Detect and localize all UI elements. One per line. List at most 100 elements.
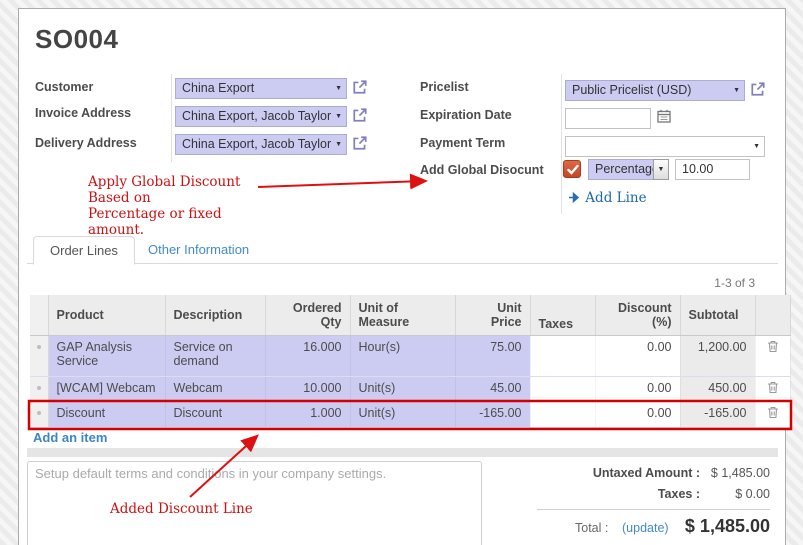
customer-select[interactable]: China Export ▼ bbox=[175, 78, 347, 99]
open-record-icon[interactable] bbox=[750, 81, 766, 97]
customer-label: Customer bbox=[35, 80, 93, 94]
tab-other-information[interactable]: Other Information bbox=[132, 236, 265, 264]
row-handle[interactable] bbox=[30, 401, 48, 427]
cell-uom[interactable]: Hour(s) bbox=[350, 335, 455, 376]
discount-type-select[interactable]: Percentage bbox=[588, 159, 654, 180]
chevron-down-icon: ▼ bbox=[753, 143, 760, 151]
cell-description[interactable]: Discount bbox=[165, 401, 265, 427]
row-handle-header bbox=[30, 295, 48, 335]
checkbox-check-icon bbox=[564, 165, 581, 182]
page-title: SO004 bbox=[35, 24, 118, 55]
row-handle[interactable] bbox=[30, 376, 48, 401]
cell-subtotal[interactable]: 1,200.00 bbox=[680, 335, 755, 376]
add-line-label: Add Line bbox=[585, 190, 646, 206]
discount-amount-input[interactable]: 10.00 bbox=[675, 159, 750, 180]
cell-product[interactable]: Discount bbox=[48, 401, 165, 427]
table-row[interactable]: [WCAM] Webcam Webcam 10.000 Unit(s) 45.0… bbox=[30, 376, 790, 401]
annotation-line2: Percentage or fixed amount. bbox=[88, 206, 278, 238]
taxes-value: $ 0.00 bbox=[650, 487, 770, 501]
delete-row-icon[interactable] bbox=[767, 381, 779, 397]
cell-discount[interactable]: 0.00 bbox=[595, 376, 680, 401]
cell-description[interactable]: Service on demand bbox=[165, 335, 265, 376]
cell-taxes[interactable] bbox=[530, 335, 595, 376]
annotation-global-discount: Apply Global Discount Based on Percentag… bbox=[88, 174, 278, 238]
col-unit-of-measure: Unit of Measure bbox=[350, 295, 455, 335]
discount-amount-value: 10.00 bbox=[682, 162, 713, 176]
col-product: Product bbox=[48, 295, 165, 335]
expiration-date-input[interactable] bbox=[565, 108, 651, 129]
untaxed-amount-value: $ 1,485.00 bbox=[650, 466, 770, 480]
total-label: Total : bbox=[575, 521, 608, 535]
col-subtotal: Subtotal bbox=[680, 295, 755, 335]
form-left-separator bbox=[171, 74, 172, 162]
totals-divider bbox=[537, 509, 770, 510]
delete-row-icon[interactable] bbox=[767, 406, 779, 422]
cell-taxes[interactable] bbox=[530, 401, 595, 427]
notebook-tabs: Order Lines Other Information bbox=[27, 236, 778, 264]
col-taxes: Taxes bbox=[530, 295, 595, 335]
table-header-row: Product Description Ordered Qty Unit of … bbox=[30, 295, 790, 335]
drag-handle-icon bbox=[37, 386, 41, 390]
add-an-item-link[interactable]: Add an item bbox=[33, 430, 107, 445]
total-value: $ 1,485.00 bbox=[650, 516, 770, 537]
cell-uom[interactable]: Unit(s) bbox=[350, 401, 455, 427]
cell-description[interactable]: Webcam bbox=[165, 376, 265, 401]
invoice-address-select[interactable]: China Export, Jacob Taylor ▼ bbox=[175, 106, 347, 127]
cell-unit-price[interactable]: 45.00 bbox=[455, 376, 530, 401]
cell-discount[interactable]: 0.00 bbox=[595, 401, 680, 427]
payment-term-label: Payment Term bbox=[420, 136, 505, 150]
cell-unit-price[interactable]: 75.00 bbox=[455, 335, 530, 376]
add-line-link[interactable]: Add Line bbox=[568, 190, 647, 208]
table-row-discount[interactable]: Discount Discount 1.000 Unit(s) -165.00 … bbox=[30, 401, 790, 427]
table-footer-strip bbox=[27, 448, 778, 457]
discount-type-caret-button[interactable]: ▼ bbox=[653, 159, 669, 180]
tab-order-lines-label: Order Lines bbox=[50, 243, 118, 258]
cell-discount[interactable]: 0.00 bbox=[595, 335, 680, 376]
delivery-address-select[interactable]: China Export, Jacob Taylor ▼ bbox=[175, 134, 347, 155]
delivery-address-value: China Export, Jacob Taylor bbox=[182, 137, 331, 151]
global-discount-checkbox[interactable] bbox=[563, 160, 581, 178]
col-discount: Discount (%) bbox=[595, 295, 680, 335]
open-record-icon[interactable] bbox=[352, 79, 368, 95]
annotation-discount-line: Added Discount Line bbox=[110, 501, 253, 517]
cell-subtotal[interactable]: 450.00 bbox=[680, 376, 755, 401]
table-row[interactable]: GAP Analysis Service Service on demand 1… bbox=[30, 335, 790, 376]
order-lines-table: Product Description Ordered Qty Unit of … bbox=[30, 295, 791, 428]
drag-handle-icon bbox=[37, 411, 41, 415]
cell-product[interactable]: GAP Analysis Service bbox=[48, 335, 165, 376]
drag-handle-icon bbox=[37, 345, 41, 349]
open-record-icon[interactable] bbox=[352, 107, 368, 123]
tab-order-lines[interactable]: Order Lines bbox=[33, 236, 135, 265]
expiration-date-label: Expiration Date bbox=[420, 108, 512, 122]
discount-type-value: Percentage bbox=[595, 162, 654, 176]
chevron-down-icon: ▼ bbox=[733, 87, 740, 95]
invoice-address-value: China Export, Jacob Taylor bbox=[182, 109, 331, 123]
pricelist-select[interactable]: Public Pricelist (USD) ▼ bbox=[565, 80, 745, 101]
terms-placeholder: Setup default terms and conditions in yo… bbox=[35, 466, 386, 481]
chevron-down-icon: ▼ bbox=[335, 113, 342, 121]
payment-term-select[interactable]: ▼ bbox=[565, 136, 765, 157]
cell-qty[interactable]: 10.000 bbox=[265, 376, 350, 401]
pager: 1-3 of 3 bbox=[714, 276, 755, 290]
open-record-icon[interactable] bbox=[352, 135, 368, 151]
delivery-address-label: Delivery Address bbox=[35, 136, 137, 150]
form-right-separator bbox=[561, 74, 562, 214]
cell-unit-price[interactable]: -165.00 bbox=[455, 401, 530, 427]
delete-row-icon[interactable] bbox=[767, 340, 779, 356]
cell-taxes[interactable] bbox=[530, 376, 595, 401]
chevron-down-icon: ▼ bbox=[335, 141, 342, 149]
sale-order-page: SO004 Customer Invoice Address Delivery … bbox=[0, 0, 803, 545]
cell-uom[interactable]: Unit(s) bbox=[350, 376, 455, 401]
cell-subtotal[interactable]: -165.00 bbox=[680, 401, 755, 427]
annotation-line1: Apply Global Discount Based on bbox=[88, 174, 278, 206]
terms-textarea[interactable]: Setup default terms and conditions in yo… bbox=[27, 461, 482, 545]
cell-qty[interactable]: 16.000 bbox=[265, 335, 350, 376]
cell-qty[interactable]: 1.000 bbox=[265, 401, 350, 427]
col-ordered-qty: Ordered Qty bbox=[265, 295, 350, 335]
customer-value: China Export bbox=[182, 81, 254, 95]
cell-product[interactable]: [WCAM] Webcam bbox=[48, 376, 165, 401]
arrow-right-icon bbox=[568, 192, 585, 208]
pricelist-value: Public Pricelist (USD) bbox=[572, 83, 691, 97]
row-handle[interactable] bbox=[30, 335, 48, 376]
calendar-icon[interactable] bbox=[657, 109, 671, 128]
